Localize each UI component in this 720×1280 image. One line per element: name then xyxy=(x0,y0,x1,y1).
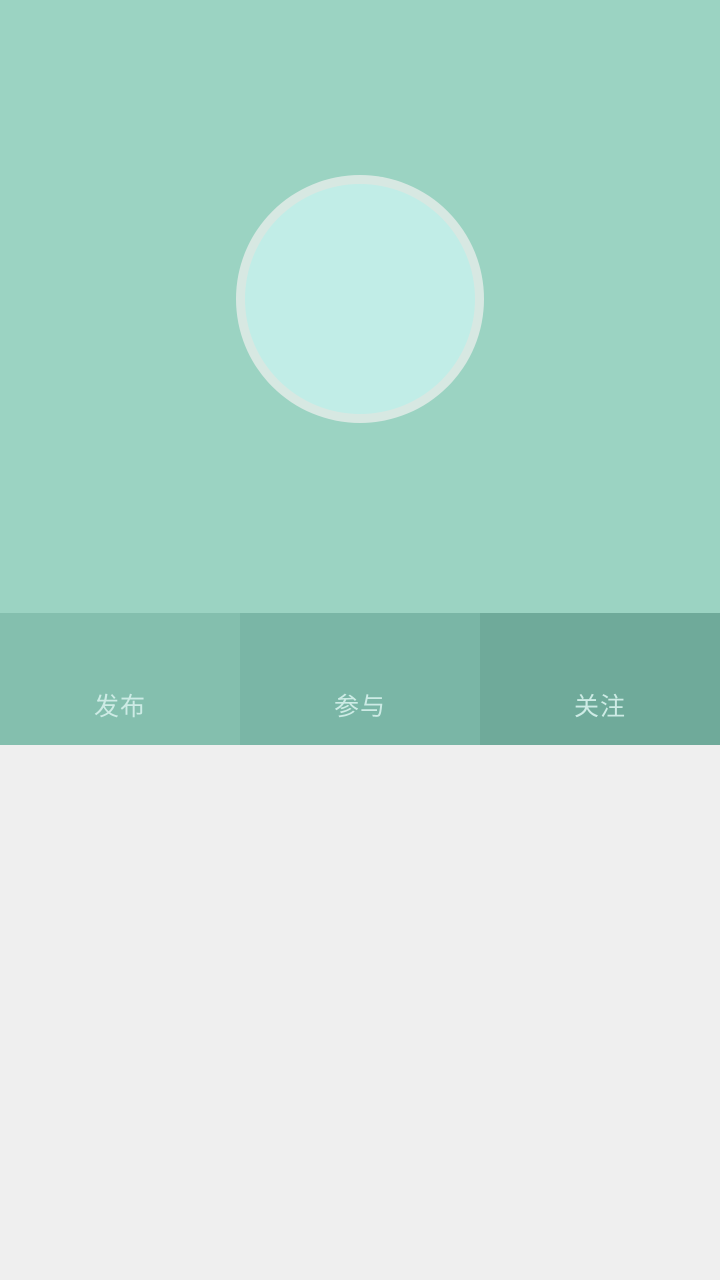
tab-publish-label: 发布 xyxy=(93,692,146,721)
profile-screen: 发布 参与 关注 xyxy=(0,0,720,1280)
tab-participate[interactable]: 参与 xyxy=(240,613,480,745)
tab-participate-label: 参与 xyxy=(333,692,386,721)
tab-publish[interactable]: 发布 xyxy=(0,613,240,745)
avatar[interactable] xyxy=(236,175,484,423)
tab-follow-label: 关注 xyxy=(573,692,626,721)
tab-follow[interactable]: 关注 xyxy=(480,613,720,745)
profile-tabs: 发布 参与 关注 xyxy=(0,613,720,745)
avatar-image xyxy=(245,184,475,414)
content-area xyxy=(0,745,720,1280)
profile-header xyxy=(0,0,720,613)
